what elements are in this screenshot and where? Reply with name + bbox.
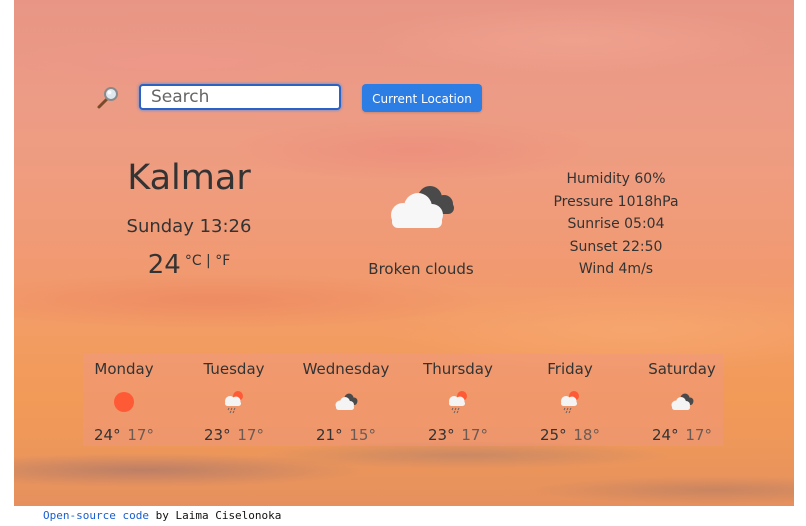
weather-description: Broken clouds	[368, 260, 474, 278]
weather-details: Humidity 60% Pressure 1018hPa Sunrise 05…	[536, 168, 696, 281]
forecast-temps: 21° 15°	[296, 426, 396, 444]
forecast-max-temp: 23°	[204, 426, 231, 444]
forecast-day-name: Wednesday	[302, 360, 390, 378]
magnifying-glass-icon[interactable]	[96, 86, 120, 110]
humidity: Humidity 60%	[566, 171, 666, 187]
forecast-day-name: Friday	[547, 360, 593, 378]
forecast-day-name: Tuesday	[203, 360, 265, 378]
current-location-button[interactable]: Current Location	[362, 84, 482, 112]
forecast-day-name: Saturday	[648, 360, 716, 378]
footer-credit: by Laima Ciselonoka	[148, 509, 282, 522]
forecast-max-temp: 24°	[94, 426, 121, 444]
forecast-min-temp: 17°	[461, 426, 488, 444]
forecast-day: Wednesday 21° 15°	[296, 354, 396, 446]
forecast-max-temp: 25°	[540, 426, 567, 444]
sun-rain-cloud-icon	[225, 391, 243, 414]
broken-clouds-icon	[391, 186, 454, 228]
sun-rain-cloud-icon	[561, 391, 579, 414]
forecast-temps: 24° 17°	[632, 426, 732, 444]
forecast-min-temp: 17°	[685, 426, 712, 444]
forecast-day: Tuesday 23° 17°	[184, 354, 284, 446]
forecast-max-temp: 21°	[316, 426, 343, 444]
city-name: Kalmar	[127, 158, 251, 198]
search-input[interactable]	[139, 84, 341, 110]
forecast-min-temp: 17°	[127, 426, 154, 444]
sun-rain-cloud-icon	[449, 391, 467, 414]
forecast-min-temp: 17°	[237, 426, 264, 444]
broken-clouds-icon	[335, 393, 358, 410]
forecast-day-name: Monday	[94, 360, 154, 378]
sun-icon	[114, 392, 134, 412]
current-temperature: 24 °C | °F	[114, 250, 264, 280]
forecast-min-temp: 15°	[349, 426, 376, 444]
footer: Open-source code by Laima Ciselonoka	[43, 509, 281, 522]
forecast-temps: 24° 17°	[74, 426, 174, 444]
source-code-link[interactable]: Open-source code	[43, 509, 149, 522]
pressure: Pressure 1018hPa	[553, 193, 679, 210]
forecast-day: Saturday 24° 17°	[632, 354, 732, 446]
weather-app: Current Location Kalmar Sunday 13:26 24°…	[14, 0, 794, 506]
forecast-panel: Monday 24° 17° Tuesday 23° 17° Wednesday…	[83, 354, 723, 446]
current-datetime: Sunday 13:26	[126, 216, 252, 237]
forecast-temps: 23° 17°	[408, 426, 508, 444]
sunrise: Sunrise 05:04	[567, 216, 665, 233]
broken-clouds-icon	[671, 393, 694, 410]
forecast-min-temp: 18°	[573, 426, 600, 444]
forecast-temps: 23° 17°	[184, 426, 284, 444]
sunset: Sunset 22:50	[569, 238, 663, 255]
forecast-day: Friday 25° 18°	[520, 354, 620, 446]
temperature-value: 24	[147, 250, 181, 280]
wind: Wind 4m/s	[578, 261, 654, 278]
unit-toggle[interactable]: °C | °F	[185, 253, 230, 269]
forecast-day: Monday 24° 17°	[74, 354, 174, 446]
forecast-day-name: Thursday	[423, 360, 493, 378]
forecast-temps: 25° 18°	[520, 426, 620, 444]
forecast-max-temp: 23°	[428, 426, 455, 444]
forecast-max-temp: 24°	[652, 426, 679, 444]
forecast-day: Thursday 23° 17°	[408, 354, 508, 446]
